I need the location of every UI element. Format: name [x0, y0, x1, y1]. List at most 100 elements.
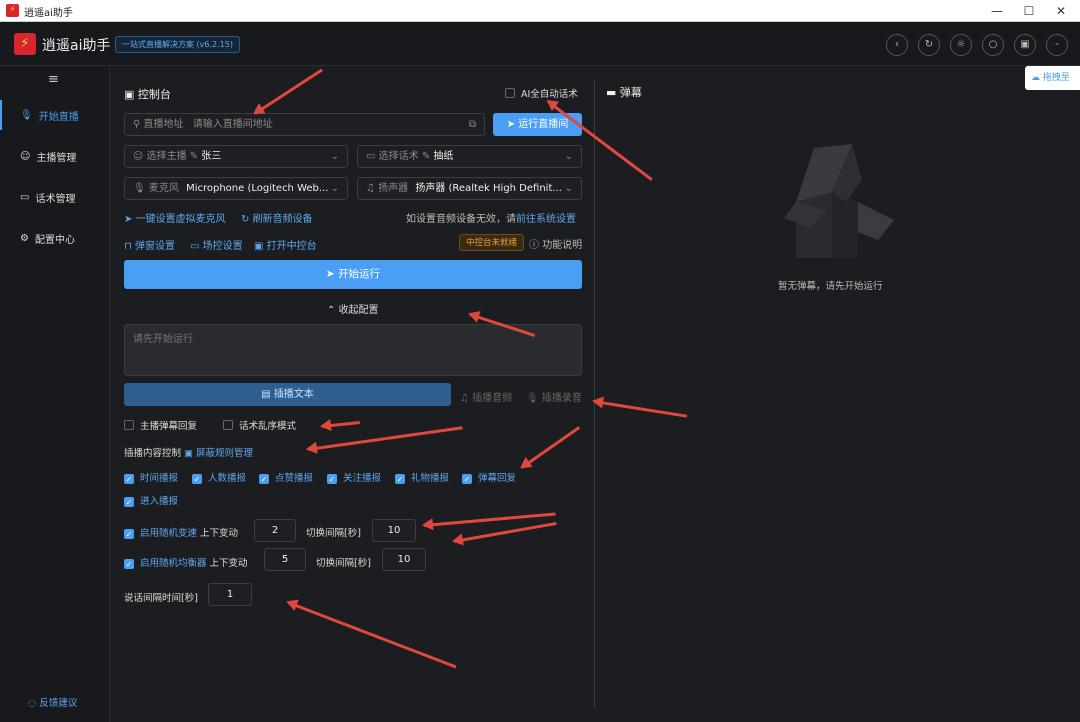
broadcast-time-checkbox[interactable]: ✓ 时间播报 — [124, 470, 178, 484]
console-icon: ▣ — [254, 241, 267, 252]
console-icon: ▣ — [124, 88, 138, 101]
chat-icon: ▭ — [366, 151, 379, 162]
app-name: 逍遥ai助手 — [42, 38, 111, 54]
speed-interval-label: 切换间隔[秒] — [306, 528, 361, 539]
eq-interval-label: 切换间隔[秒] — [316, 558, 371, 569]
random-eq-checkbox[interactable]: ✓ 启用随机均衡器 上下变动 — [124, 555, 248, 569]
sidebar: ≡ 🎙 开始直播 ☺ 主播管理 ▭ 话术管理 ⚙ 配置中心 ◌ 反馈建议 — [0, 66, 110, 722]
microphone-select[interactable]: 🎙 麦克风 Microphone (Logitech Web... ⌄ — [124, 177, 348, 200]
gear-icon: ⚙ — [20, 232, 29, 244]
feedback-link[interactable]: ◌ 反馈建议 — [28, 695, 77, 709]
speak-interval-label: 说话间隔时间[秒] — [124, 593, 198, 604]
version-badge: 一站式直播解决方案 (v6.2.15) — [115, 36, 240, 53]
broadcast-likes-checkbox[interactable]: ✓ 点赞播报 — [259, 470, 313, 484]
sidebar-item-config[interactable]: ⚙ 配置中心 — [0, 223, 109, 253]
refresh-icon[interactable]: ↻ — [918, 34, 940, 56]
floating-drag-tab[interactable]: ☁ 拖拽至 — [1025, 66, 1080, 90]
menu-toggle-icon[interactable]: ≡ — [48, 72, 59, 87]
checkbox-box — [505, 88, 515, 98]
broadcast-gift-checkbox[interactable]: ✓ 礼物播报 — [395, 470, 449, 484]
mic-icon: 🎙 — [133, 183, 149, 194]
maximize-button[interactable]: ☐ — [1012, 0, 1046, 22]
barrage-reply-checkbox[interactable]: ✓ 弹幕回复 — [462, 470, 516, 484]
open-console-link[interactable]: ▣ 打开中控台 — [254, 237, 317, 252]
system-settings-link[interactable]: 前往系统设置 — [516, 214, 576, 225]
ai-auto-checkbox[interactable]: AI全自动话术 — [505, 86, 578, 100]
window-titlebar: ⚡ 逍遥ai助手 — ☐ ✕ — [0, 0, 1080, 22]
lock-icon: ⊓ — [124, 241, 135, 252]
window-title: 逍遥ai助手 — [24, 8, 73, 19]
barrage-settings-link[interactable]: ⊓ 弹窗设置 — [124, 237, 175, 252]
edit-icon: ✎ — [189, 151, 202, 162]
audio-hint: 如设置音频设备无效，请前往系统设置 — [406, 214, 576, 225]
barrage-title: ▬ 弹幕 — [606, 86, 642, 99]
speed-interval-input[interactable]: 10 — [372, 519, 416, 542]
sidebar-item-start-live[interactable]: 🎙 开始直播 — [0, 100, 109, 130]
collapse-config-toggle[interactable]: ⌃ 收起配置 — [327, 301, 379, 316]
refresh-audio-link[interactable]: ↻ 刷新音频设备 — [241, 210, 313, 225]
refresh-icon: ↻ — [241, 214, 253, 225]
user-icon: ☺ — [20, 150, 31, 162]
speak-interval-input[interactable]: 1 — [208, 583, 252, 606]
document-icon: ▤ — [261, 389, 274, 400]
random-speed-checkbox[interactable]: ✓ 启用随机变速 上下变动 — [124, 525, 238, 539]
insert-record-button[interactable]: 🎙 插播录音 — [526, 389, 582, 404]
sidebar-item-hosts[interactable]: ☺ 主播管理 — [0, 141, 109, 171]
barrage-empty-text: 暂无弹幕，请先开始运行 — [778, 281, 883, 292]
message-icon[interactable]: ○ — [982, 34, 1004, 56]
broadcast-viewers-checkbox[interactable]: ✓ 人数播报 — [192, 470, 246, 484]
feedback-icon: ◌ — [28, 698, 40, 709]
help-link[interactable]: ⓘ 功能说明 — [529, 236, 582, 251]
copy-icon[interactable]: ⧉ — [469, 114, 476, 135]
speaker-select[interactable]: ♫ 扬声器 扬声器 (Realtek High Definit... ⌄ — [357, 177, 582, 200]
brand-logo-icon: ⚡ — [14, 33, 36, 55]
info-icon: ⓘ — [529, 240, 543, 251]
console-status-badge: 中控台未就绪 — [459, 234, 525, 251]
insert-audio-button[interactable]: ♫ 插播音频 — [460, 389, 512, 404]
send-icon: ➤ — [325, 268, 339, 280]
insert-text-button[interactable]: ▤ 插播文本 — [124, 383, 451, 406]
edit-icon: ✎ — [421, 151, 434, 162]
send-icon: ➤ — [124, 214, 136, 225]
block-icon: ▣ — [184, 448, 197, 459]
chevron-down-icon: ⌄ — [330, 183, 339, 194]
chevron-up-icon: ⌃ — [327, 305, 339, 316]
chat-icon: ▭ — [20, 191, 30, 203]
theme-icon[interactable]: ☼ — [950, 34, 972, 56]
back-icon[interactable]: ‹ — [886, 34, 908, 56]
window-icon: ▭ — [190, 241, 203, 252]
live-url-input[interactable]: ⚲ 直播地址 请输入直播间地址 ⧉ — [124, 113, 485, 136]
close-button[interactable]: ✕ — [1044, 0, 1078, 22]
headphones-icon: ♫ — [460, 393, 473, 404]
minimize-app-icon[interactable]: - — [1046, 34, 1068, 56]
script-shuffle-checkbox[interactable]: 话术乱序模式 — [223, 418, 296, 432]
app-header: ⚡ 逍遥ai助手 一站式直播解决方案 (v6.2.15) ‹ ↻ ☼ ○ ▣ - — [0, 22, 1080, 66]
virtual-mic-link[interactable]: ➤ 一键设置虚拟麦克风 — [124, 210, 226, 225]
eq-interval-input[interactable]: 10 — [382, 548, 426, 571]
link-icon: ⚲ — [133, 119, 144, 130]
save-icon[interactable]: ▣ — [1014, 34, 1036, 56]
script-select[interactable]: ▭ 选择话术 ✎ 抽纸 ⌄ — [357, 145, 582, 168]
console-title: ▣ 控制台 — [124, 88, 171, 101]
annotation-arrow — [593, 400, 688, 418]
host-reply-checkbox[interactable]: 主播弹幕回复 — [124, 418, 197, 432]
send-icon: ➤ — [506, 119, 519, 130]
broadcast-follow-checkbox[interactable]: ✓ 关注播报 — [327, 470, 381, 484]
block-rules-link[interactable]: ▣ 屏蔽规则管理 — [184, 448, 253, 459]
chevron-down-icon: ⌄ — [564, 151, 573, 162]
chevron-down-icon: ⌄ — [330, 151, 339, 162]
scene-settings-link[interactable]: ▭ 场控设置 — [190, 237, 243, 252]
minimize-button[interactable]: — — [980, 0, 1014, 22]
broadcast-enter-checkbox[interactable]: ✓ 进入播报 — [124, 493, 178, 507]
host-select[interactable]: ☺ 选择主播 ✎ 张三 ⌄ — [124, 145, 348, 168]
speed-range-input[interactable]: 2 — [254, 519, 296, 542]
mic-icon: 🎙 — [20, 109, 33, 121]
headphones-icon: ♫ — [366, 183, 379, 194]
sidebar-item-scripts[interactable]: ▭ 话术管理 — [0, 182, 109, 212]
insert-control-label: 插播内容控制 ▣ 屏蔽规则管理 — [124, 448, 254, 459]
user-icon: ☺ — [133, 151, 147, 162]
eq-range-input[interactable]: 5 — [264, 548, 306, 571]
empty-box-icon — [784, 144, 894, 258]
start-run-button[interactable]: ➤ 开始运行 — [124, 260, 582, 289]
insert-textarea[interactable]: 请先开始运行 — [124, 324, 582, 376]
